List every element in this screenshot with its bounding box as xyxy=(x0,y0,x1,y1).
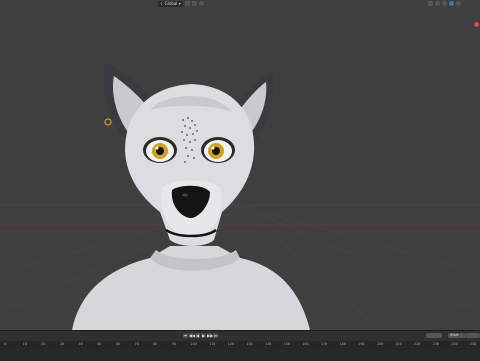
frame-tick-label: 170 xyxy=(320,342,328,346)
timeline-editor[interactable]: ⏮ ◀◀ ◀ ▶ ▶▶ ⏭ Start 0 10 20 30 40 50 60 70 80 90 1… xyxy=(0,330,480,361)
rendered-shading-icon[interactable] xyxy=(456,1,461,6)
shading-controls xyxy=(428,0,461,7)
frame-tick-label: 90 xyxy=(171,342,176,346)
ear-ring xyxy=(104,118,112,126)
frame-tick-label: 10 xyxy=(22,342,27,346)
chevron-down-icon: ▾ xyxy=(178,1,181,6)
transform-orientation[interactable]: ⊹ Global ▾ xyxy=(158,0,204,7)
material-shading-icon[interactable] xyxy=(449,1,454,6)
jump-to-keyframe-forward-button[interactable]: ▶▶ xyxy=(207,333,213,338)
frame-tick-label: 80 xyxy=(153,342,158,346)
current-frame-field[interactable] xyxy=(426,333,442,338)
frame-tick-label: 180 xyxy=(339,342,346,346)
pivot-icon[interactable] xyxy=(184,1,190,6)
frame-tick-label: 50 xyxy=(97,342,102,346)
jump-to-keyframe-back-button[interactable]: ◀◀ xyxy=(189,333,195,338)
frame-tick-label: 20 xyxy=(41,342,46,346)
jump-to-start-button[interactable]: ⏮ xyxy=(183,333,188,338)
navigation-gizmo-dot[interactable] xyxy=(474,22,479,27)
wireframe-shading-icon[interactable] xyxy=(435,1,440,6)
left-eye xyxy=(143,137,177,163)
solid-shading-icon[interactable] xyxy=(442,1,447,6)
frame-tick-label: 230 xyxy=(432,342,440,346)
start-frame-label: Start xyxy=(450,333,459,337)
3d-viewport[interactable]: ⊹ Global ▾ xyxy=(0,0,480,330)
overlay-icon[interactable] xyxy=(428,1,433,6)
frame-tick-label: 130 xyxy=(246,342,253,346)
frame-tick-label: 30 xyxy=(59,342,65,346)
frame-tick-label: 240 xyxy=(451,342,458,346)
orientation-label: Global xyxy=(164,1,178,6)
viewport-header: ⊹ Global ▾ xyxy=(0,0,480,27)
end-frame-field[interactable] xyxy=(466,333,480,338)
viewport-scene xyxy=(0,62,480,330)
frame-tick-label: 140 xyxy=(264,342,272,346)
play-reverse-button[interactable]: ◀ xyxy=(195,333,200,338)
play-button[interactable]: ▶ xyxy=(201,333,206,338)
proportional-edit-icon[interactable] xyxy=(198,1,204,6)
frame-tick-label: 120 xyxy=(227,342,234,346)
character-model[interactable] xyxy=(72,62,310,330)
frame-tick-label: 40 xyxy=(78,342,83,346)
frame-tick-label: 200 xyxy=(376,342,384,346)
frame-tick-label: 210 xyxy=(395,342,402,346)
frame-tick-label: 0 xyxy=(4,342,7,346)
frame-ruler[interactable]: 0 10 20 30 40 50 60 70 80 90 100 110 120 130 140 150 160… xyxy=(0,341,480,349)
jump-to-end-button[interactable]: ⏭ xyxy=(213,333,218,338)
right-eye xyxy=(201,137,235,163)
frame-tick-label: 250 xyxy=(470,342,477,346)
frame-tick-label: 190 xyxy=(358,342,365,346)
frame-tick-label: 160 xyxy=(302,342,309,346)
frame-tick-label: 150 xyxy=(283,342,290,346)
body-mesh xyxy=(72,246,310,330)
orientation-dropdown[interactable]: ⊹ Global ▾ xyxy=(158,0,183,7)
start-frame-field[interactable]: Start xyxy=(448,333,466,338)
snap-icon[interactable] xyxy=(191,1,197,6)
frame-tick-label: 110 xyxy=(209,342,216,346)
timeline-header: ⏮ ◀◀ ◀ ▶ ▶▶ ⏭ Start xyxy=(0,331,480,341)
frame-tick-label: 220 xyxy=(414,342,421,346)
timeline-channels[interactable] xyxy=(0,349,480,361)
nose-highlight xyxy=(182,193,188,197)
frame-tick-label: 60 xyxy=(115,342,121,346)
axis-icon: ⊹ xyxy=(160,1,164,6)
frame-tick-label: 70 xyxy=(134,342,139,346)
frame-tick-label: 100 xyxy=(190,342,197,346)
